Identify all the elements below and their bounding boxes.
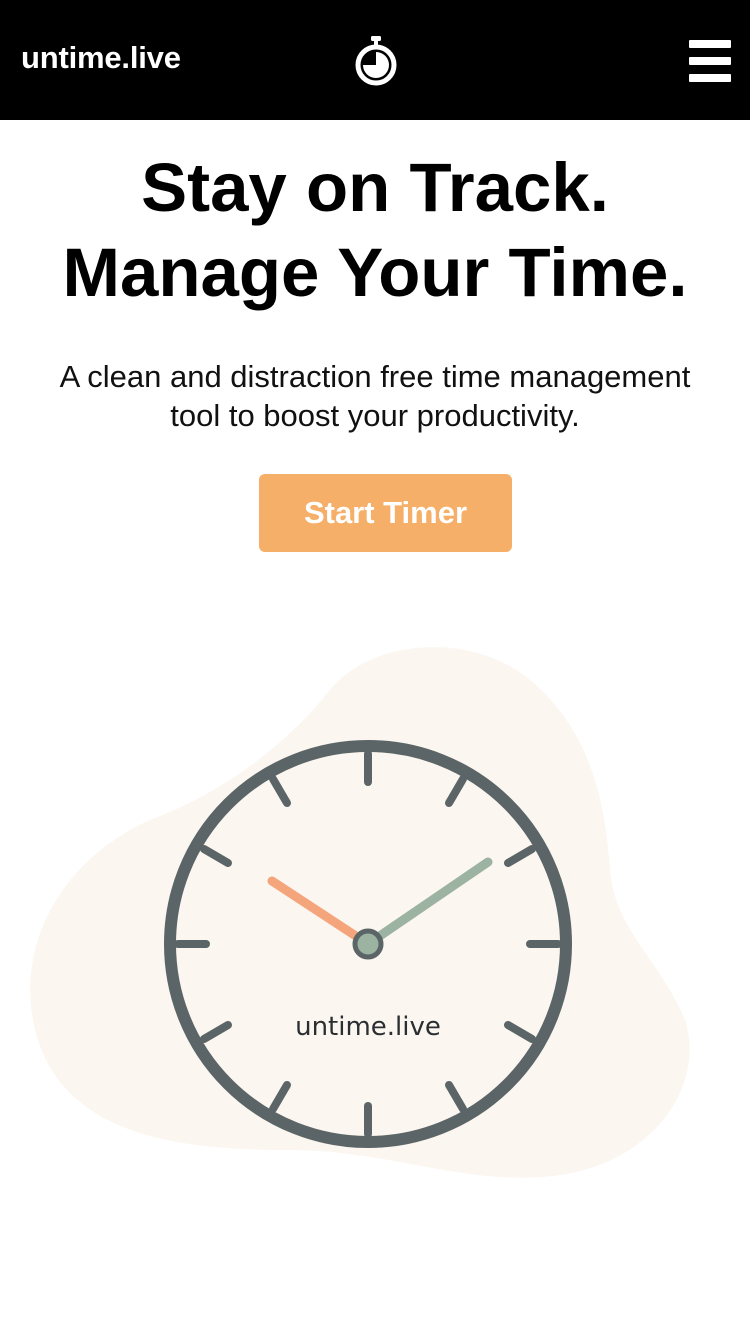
hero-subtitle-line-2: tool to boost your productivity. <box>170 398 580 433</box>
clock-illustration: untime.live <box>30 647 690 1178</box>
page: untime.live Stay on Track. Manage Your T… <box>0 0 750 1334</box>
hero-title-line-1: Stay on Track. <box>141 149 609 226</box>
clock-icon: untime.live <box>164 740 572 1148</box>
clock-brand-label: untime.live <box>295 1012 441 1042</box>
hamburger-menu-icon[interactable] <box>689 40 733 82</box>
hero-subtitle-line-1: A clean and distraction free time manage… <box>59 359 691 394</box>
hero-title-line-2: Manage Your Time. <box>62 234 688 311</box>
stopwatch-icon[interactable] <box>352 34 400 88</box>
hero-title: Stay on Track. Manage Your Time. <box>0 145 750 315</box>
brand-logo-text[interactable]: untime.live <box>21 40 181 76</box>
hero-subtitle: A clean and distraction free time manage… <box>20 357 730 435</box>
top-nav-bar: untime.live <box>0 0 750 120</box>
start-timer-button[interactable]: Start Timer <box>259 474 512 552</box>
